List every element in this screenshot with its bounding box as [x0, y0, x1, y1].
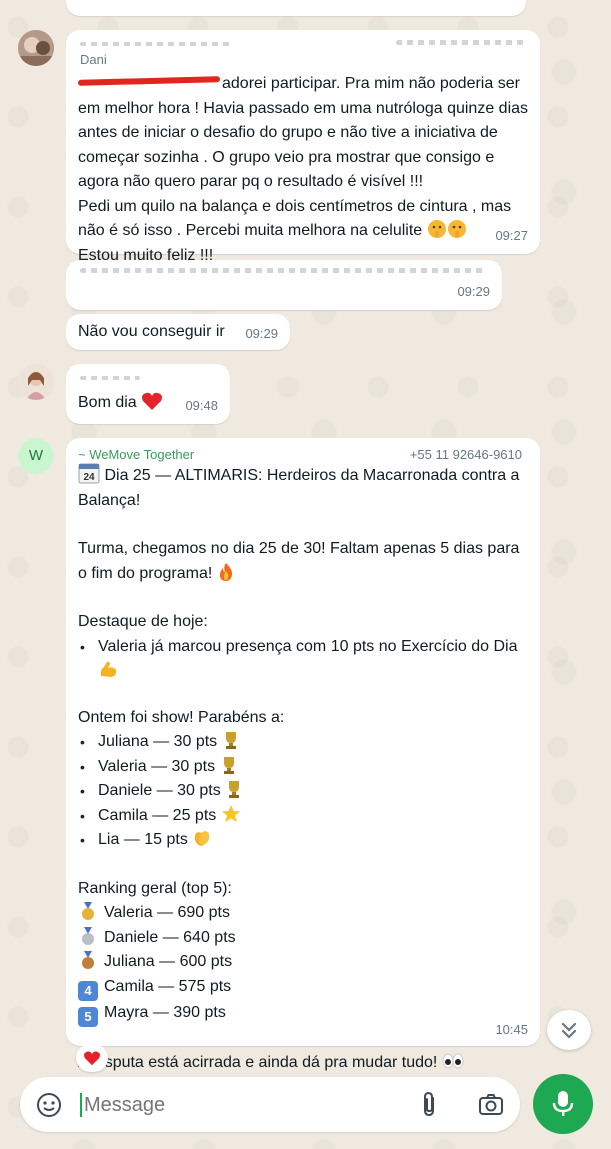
gold-medal-icon [78, 901, 98, 921]
red-heart-icon [141, 391, 163, 411]
list-item: Daniele — 30 pts [78, 779, 530, 804]
camera-icon[interactable] [478, 1092, 504, 1121]
shushing-face-icon [447, 219, 467, 239]
message-text: 24 Dia 25 — ALTIMARIS: Herdeiros da Maca… [78, 462, 530, 1075]
highlight-heading: Destaque de hoje: [78, 613, 208, 630]
avatar[interactable] [18, 364, 54, 400]
avatar-photo-icon [18, 30, 54, 66]
message-bubble[interactable]: 09:29 [66, 260, 502, 310]
trophy-icon [222, 730, 242, 750]
list-item: Camila — 25 pts [78, 804, 530, 829]
shushing-face-icon [427, 219, 447, 239]
scroll-down-button[interactable] [547, 1010, 591, 1050]
message-time: 09:48 [185, 397, 218, 413]
ranking-item: 4 Camila — 575 pts [78, 975, 530, 1001]
heart-reaction-icon [84, 1051, 100, 1066]
redacted-header-left [80, 42, 230, 46]
closing-text: A disputa está acirrada e ainda dá pra m… [78, 1051, 530, 1076]
flexed-biceps-icon [98, 659, 118, 679]
message-text: Bom dia [78, 391, 163, 416]
keycap-5-icon: 5 [78, 1006, 98, 1027]
yesterday-heading: Ontem foi show! Parabéns a: [78, 708, 285, 726]
avatar-photo-icon [18, 364, 54, 400]
message-text: Não vou conseguir ir [78, 323, 225, 340]
eyes-icon [442, 1051, 464, 1071]
scroll-down-icon [561, 1022, 577, 1039]
list-item: Valeria já marcou presença com 10 pts no… [78, 635, 530, 684]
sticker-icon[interactable] [36, 1092, 62, 1123]
mic-icon [552, 1091, 574, 1116]
keycap-4-icon: 4 [78, 980, 98, 1001]
avatar[interactable]: W [18, 438, 54, 474]
calendar-day: 24 [83, 472, 95, 483]
message-time: 09:27 [495, 227, 528, 243]
redacted-header-right [396, 40, 526, 45]
previous-message-bubble[interactable] [66, 0, 526, 16]
clapping-hands-icon [192, 828, 212, 848]
message-bubble[interactable]: Não vou conseguir ir 09:29 [66, 314, 290, 350]
ranking-item: Valeria — 690 pts [78, 901, 530, 926]
message-time: 09:29 [245, 325, 278, 341]
list-item: Lia — 15 pts [78, 828, 530, 853]
intro-text: Turma, chegamos no dia 25 de 30! Faltam … [78, 540, 520, 582]
ranking-heading: Ranking geral (top 5): [78, 879, 232, 897]
bronze-medal-icon [78, 950, 98, 970]
message-time: 09:29 [457, 283, 490, 299]
yesterday-list: Juliana — 30 pts Valeria — 30 pts Daniel… [78, 730, 530, 853]
message-composer [20, 1077, 520, 1132]
redacted-text [80, 268, 486, 273]
message-input[interactable] [82, 1087, 386, 1123]
silver-medal-icon [78, 926, 98, 946]
message-bubble[interactable]: ~ WeMove Together +55 11 92646-9610 24 D… [66, 438, 540, 1071]
redacted-sender [80, 376, 140, 380]
ranking-item: Daniele — 640 pts [78, 926, 530, 951]
message-bubble[interactable]: Bom dia 09:48 [66, 364, 230, 424]
trophy-icon [225, 779, 245, 799]
message-bubble[interactable]: Dani adorei participar. Pra mim não pode… [66, 30, 540, 264]
ranking-list: Valeria — 690 pts Daniele — 640 pts Juli… [78, 901, 530, 1027]
mic-button[interactable] [533, 1074, 593, 1134]
trophy-icon [220, 755, 240, 775]
ranking-item: 5 Mayra — 390 pts [78, 1001, 530, 1027]
ranking-item: Juliana — 600 pts [78, 950, 530, 975]
fire-icon [217, 562, 237, 582]
calendar-icon: 24 [78, 462, 100, 484]
highlight-list: Valeria já marcou presença com 10 pts no… [78, 635, 530, 684]
announcement-title: 24 Dia 25 — ALTIMARIS: Herdeiros da Maca… [78, 462, 530, 513]
heart-reaction[interactable] [76, 1044, 108, 1072]
list-item: Valeria — 30 pts [78, 755, 530, 780]
message-time: 10:45 [495, 1021, 528, 1037]
star-icon [221, 804, 241, 824]
list-item: Juliana — 30 pts [78, 730, 530, 755]
avatar[interactable] [18, 30, 54, 66]
attach-icon[interactable] [418, 1091, 442, 1124]
message-text: adorei participar. Pra mim não poderia s… [78, 75, 529, 264]
sender-name[interactable]: Dani [80, 48, 107, 73]
avatar-letter: W [28, 447, 44, 464]
